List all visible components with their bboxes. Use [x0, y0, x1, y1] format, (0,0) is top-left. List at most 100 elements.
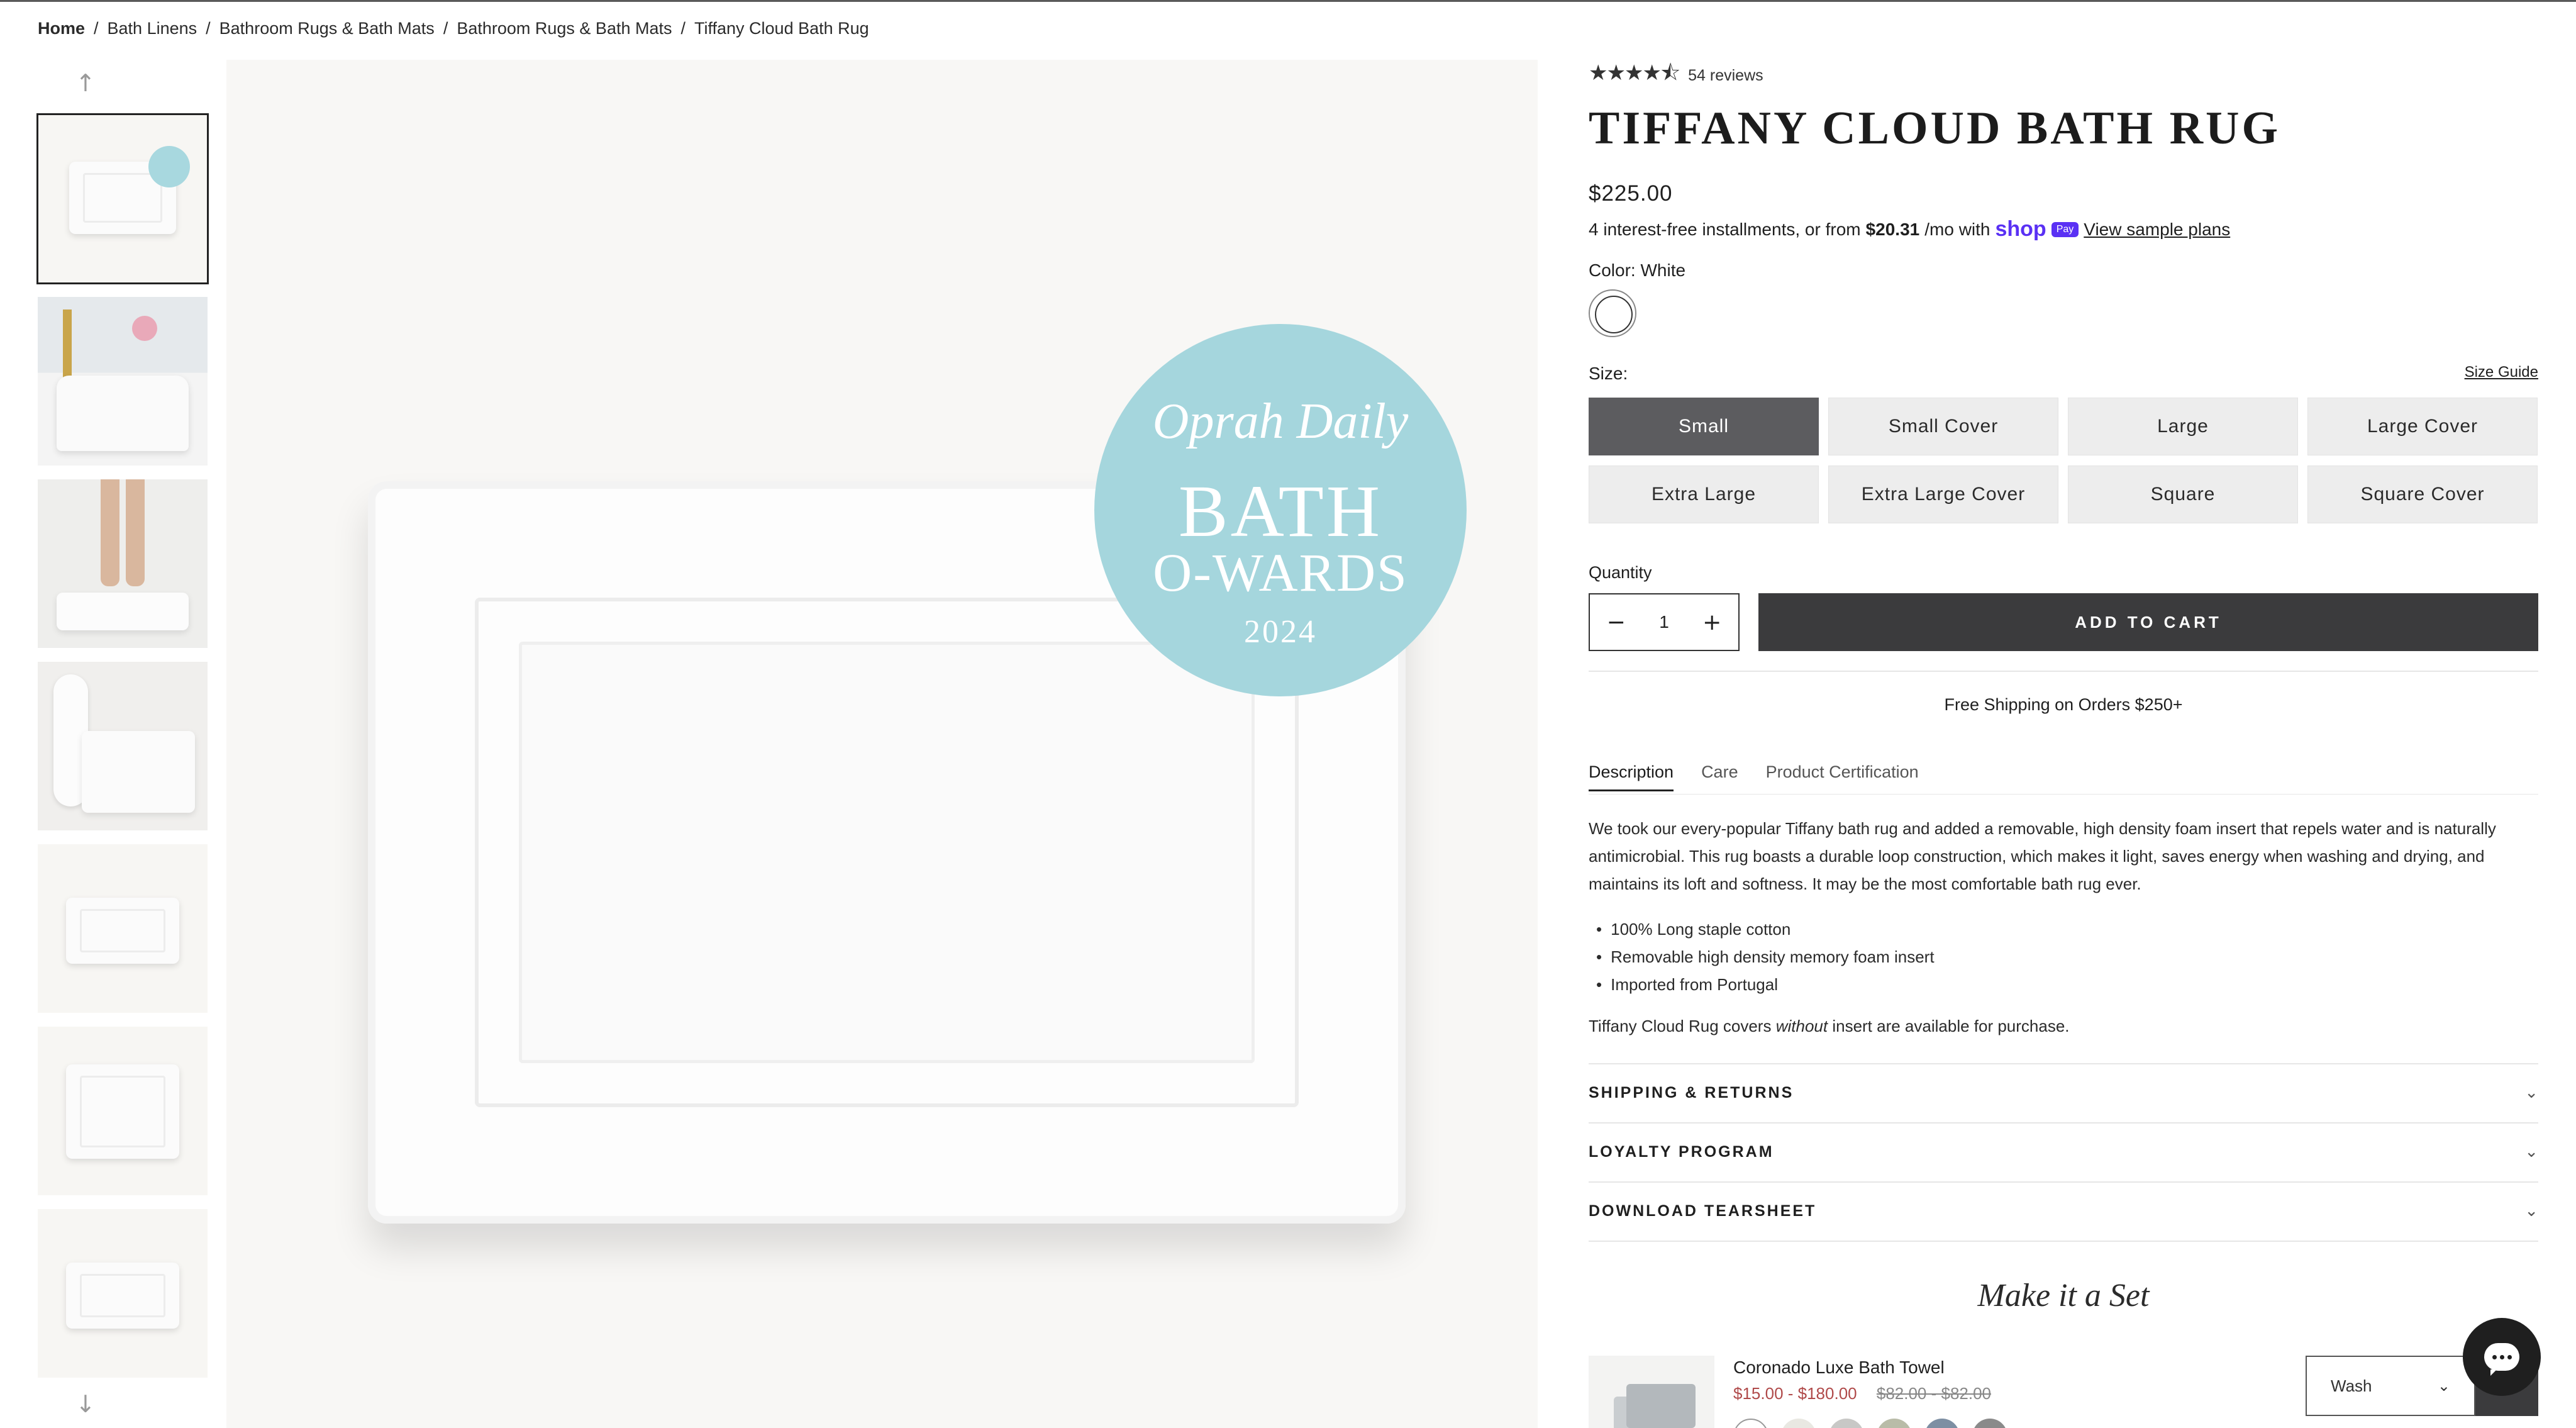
rug-thumbnail-image	[66, 898, 179, 964]
towel-stack-image	[1626, 1384, 1696, 1428]
thumbnail-2[interactable]	[38, 297, 208, 466]
divider	[1589, 1241, 2538, 1242]
size-label: Size:	[1589, 364, 1628, 383]
add-to-cart-button[interactable]: ADD TO CART	[1758, 593, 2538, 651]
swatch-white[interactable]	[1733, 1419, 1768, 1428]
set-item-sale-price: $15.00 - $180.00	[1733, 1384, 1857, 1403]
main-product-image[interactable]: Oprah Daily BATH O-WARDS 2024	[226, 60, 1538, 1428]
list-item: Imported from Portugal	[1596, 971, 1935, 998]
size-extra-large-button[interactable]: Extra Large	[1589, 466, 1819, 523]
size-square-cover-button[interactable]: Square Cover	[2307, 466, 2538, 523]
installments-amount: $20.31	[1865, 219, 1920, 239]
chevron-down-icon: ⌄	[2524, 1202, 2538, 1220]
breadcrumb-bath-linens[interactable]: Bath Linens	[108, 19, 197, 38]
breadcrumb-separator: /	[680, 19, 686, 38]
shop-pay-logo: shop	[1995, 217, 2046, 241]
thumbnail-1[interactable]	[36, 113, 209, 284]
divider	[1589, 671, 2538, 672]
accordion-loyalty-program[interactable]: LOYALTY PROGRAM ⌄	[1589, 1122, 2538, 1181]
thumbnail-6[interactable]	[38, 1027, 208, 1195]
product-title: TIFFANY CLOUD BATH RUG	[1589, 103, 2281, 154]
set-item-select[interactable]: Wash ⌄	[2306, 1356, 2475, 1416]
rating[interactable]: ★★★★⯪ 54 reviews	[1589, 58, 1763, 94]
list-item: Removable high density memory foam inser…	[1596, 943, 1934, 971]
size-large-button[interactable]: Large	[2068, 398, 2298, 455]
product-info-panel: ★★★★⯪ 54 reviews TIFFANY CLOUD BATH RUG …	[1589, 0, 2538, 1428]
breadcrumb-separator: /	[94, 19, 99, 38]
leg-image	[126, 479, 145, 586]
breadcrumb-current: Tiffany Cloud Bath Rug	[694, 19, 869, 38]
thumbnail-gallery	[36, 69, 209, 1428]
size-small-cover-button[interactable]: Small Cover	[1828, 398, 2058, 455]
cover-note-emphasis: without	[1775, 1017, 1828, 1035]
thumbnail-5[interactable]	[38, 844, 208, 1013]
size-small-button[interactable]: Small	[1589, 398, 1819, 455]
set-item-name[interactable]: Coronado Luxe Bath Towel	[1733, 1358, 1945, 1378]
description-text: We took our every-popular Tiffany bath r…	[1589, 819, 2496, 893]
swatch-ivory[interactable]	[1781, 1419, 1816, 1428]
swatch-sage[interactable]	[1877, 1419, 1912, 1428]
thumbnail-4[interactable]	[38, 662, 208, 830]
breadcrumb-bathroom-rugs[interactable]: Bathroom Rugs & Bath Mats	[219, 19, 435, 38]
swatch-grey[interactable]	[1829, 1419, 1864, 1428]
size-large-cover-button[interactable]: Large Cover	[2307, 398, 2538, 455]
swatch-dark-grey[interactable]	[1972, 1419, 2007, 1428]
chevron-down-icon: ⌄	[2524, 1142, 2538, 1161]
rug-stack-image	[57, 593, 189, 630]
swatch-blue[interactable]	[1924, 1419, 1960, 1428]
star-rating-icon: ★★★★⯪	[1589, 60, 1680, 86]
set-item-select-value: Wash	[2331, 1376, 2372, 1395]
product-price: $225.00	[1589, 181, 1673, 206]
quantity-value[interactable]: 1	[1659, 612, 1669, 632]
bathtub-image	[57, 376, 189, 451]
feature-list: 100% Long staple cotton Removable high d…	[1596, 915, 1935, 998]
installments-text: 4 interest-free installments, or from	[1589, 219, 1861, 239]
set-item-compare-price: $82.00 - $82.00	[1876, 1384, 1992, 1403]
thumbnail-3[interactable]	[38, 479, 208, 648]
breadcrumb-separator: /	[206, 19, 211, 38]
accordion-label: SHIPPING & RETURNS	[1589, 1083, 1794, 1102]
faucet-image	[63, 310, 72, 385]
chevron-down-icon: ⌄	[2524, 1083, 2538, 1102]
award-badge-thumbnail	[148, 146, 190, 187]
thumbnail-7[interactable]	[38, 1209, 208, 1378]
tab-description[interactable]: Description	[1589, 762, 1674, 791]
award-badge-brand: Oprah Daily	[1152, 394, 1409, 449]
view-sample-plans-link[interactable]: View sample plans	[2084, 220, 2230, 240]
minus-icon[interactable]: −	[1607, 610, 1626, 635]
list-item: 100% Long staple cotton	[1596, 915, 1935, 943]
color-label: Color: White	[1589, 260, 1686, 280]
color-swatch-white[interactable]	[1589, 289, 1636, 337]
breadcrumb-bathroom-rugs-2[interactable]: Bathroom Rugs & Bath Mats	[457, 19, 672, 38]
quantity-label: Quantity	[1589, 563, 1652, 582]
plus-icon[interactable]: +	[1702, 610, 1721, 635]
breadcrumb-home[interactable]: Home	[38, 19, 85, 38]
accordion-download-tearsheet[interactable]: DOWNLOAD TEARSHEET ⌄	[1589, 1181, 2538, 1241]
cover-note-suffix: insert are available for purchase.	[1832, 1017, 2070, 1035]
chevron-down-icon: ⌄	[2437, 1377, 2450, 1395]
set-item-price: $15.00 - $180.00 $82.00 - $82.00	[1733, 1384, 1991, 1403]
free-shipping-notice: Free Shipping on Orders $250+	[1944, 695, 2183, 714]
rug-thumbnail-image	[66, 1263, 179, 1329]
set-item-swatches	[1733, 1419, 2007, 1428]
quantity-stepper: − 1 +	[1589, 593, 1740, 651]
make-it-a-set-heading: Make it a Set	[1977, 1278, 2150, 1314]
rug-border-inner	[519, 642, 1255, 1063]
accordion-shipping-returns[interactable]: SHIPPING & RETURNS ⌄	[1589, 1063, 2538, 1122]
accordion-label: DOWNLOAD TEARSHEET	[1589, 1202, 1817, 1220]
shop-pay-badge: Pay	[2051, 221, 2079, 237]
cover-note-prefix: Tiffany Cloud Rug covers	[1589, 1017, 1772, 1035]
tab-product-certification[interactable]: Product Certification	[1766, 762, 1919, 791]
tab-care[interactable]: Care	[1701, 762, 1738, 791]
chat-bubble-icon	[2484, 1343, 2519, 1376]
chat-widget-button[interactable]	[2463, 1318, 2541, 1396]
rug-thumbnail-image	[66, 1064, 179, 1159]
size-square-button[interactable]: Square	[2068, 466, 2298, 523]
towel-product-image[interactable]	[1589, 1356, 1714, 1428]
award-badge-year: 2024	[1244, 614, 1317, 650]
size-extra-large-cover-button[interactable]: Extra Large Cover	[1828, 466, 2058, 523]
review-count[interactable]: 54 reviews	[1688, 67, 1763, 85]
arrow-down-icon[interactable]: ↓	[75, 1390, 96, 1418]
size-guide-link[interactable]: Size Guide	[2465, 364, 2538, 381]
award-badge-subtitle: O-WARDS	[1153, 542, 1408, 603]
